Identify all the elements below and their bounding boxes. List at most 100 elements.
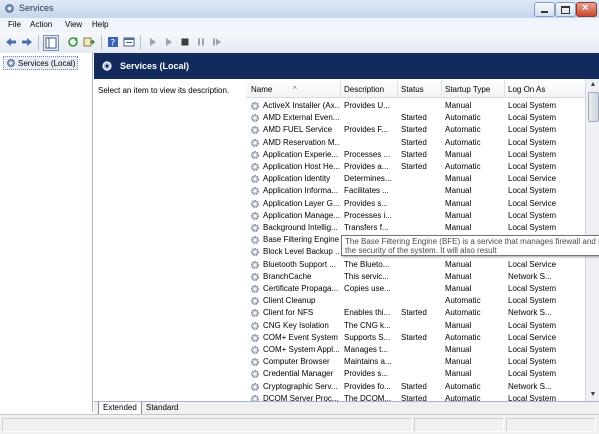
description-pane: Select an item to view its description. — [94, 79, 246, 401]
service-row[interactable]: Certificate Propaga... Copies use... Manua… — [246, 283, 585, 295]
service-name: Base Filtering Engine — [263, 235, 340, 245]
service-gear-icon — [251, 150, 259, 159]
tree-node-services-local[interactable]: Services (Local) — [3, 56, 79, 70]
menu-file[interactable]: File — [8, 20, 21, 29]
service-row[interactable]: Application Experie... Processes ... Start… — [246, 149, 585, 161]
start-service-icon — [150, 38, 156, 46]
service-startup-type: Automatic — [445, 393, 481, 401]
service-row[interactable]: CNG Key Isolation The CNG k... Manual Local… — [246, 320, 585, 332]
service-gear-icon — [251, 224, 259, 232]
service-name: AMD FUEL Service — [263, 125, 333, 135]
properties-button[interactable] — [123, 36, 135, 48]
service-row[interactable]: DCOM Server Proc... The DCOM... Started Aut… — [246, 393, 585, 401]
status-panel — [506, 418, 596, 432]
service-row[interactable]: Application Host He... Provides a... Start… — [246, 161, 585, 173]
scroll-down-arrow-icon[interactable]: ▼ — [586, 389, 599, 401]
show-hide-tree-button[interactable] — [43, 35, 59, 51]
scroll-thumb[interactable] — [588, 92, 599, 122]
service-startup-type: Manual — [445, 101, 472, 110]
restart-service-button[interactable] — [211, 36, 223, 48]
service-name: Bluetooth Support ... — [263, 259, 336, 269]
service-row[interactable]: COM+ Event System Supports S... Started Aut… — [246, 332, 585, 344]
forward-button[interactable] — [21, 36, 33, 48]
service-row[interactable]: ActiveX Installer (Ax... Provides U... Man… — [246, 100, 585, 112]
service-row[interactable]: Application Identity Determines... Manual L… — [246, 173, 585, 185]
pause-service-button[interactable] — [195, 36, 207, 48]
menu-help[interactable]: Help — [92, 20, 108, 29]
service-name: Certificate Propaga... — [263, 284, 339, 293]
service-status: Started — [401, 381, 427, 391]
service-name: BranchCache — [263, 271, 312, 281]
service-row[interactable]: Application Layer G... Provides s... Manua… — [246, 198, 585, 210]
service-startup-type: Manual — [445, 186, 472, 196]
service-row[interactable]: Client Cleanup Automatic Local System — [246, 295, 585, 307]
close-button[interactable]: × — [576, 2, 597, 17]
service-description: Provides F... — [344, 125, 389, 135]
column-header-description[interactable]: Description — [344, 85, 384, 94]
column-divider[interactable] — [397, 80, 398, 96]
properties-icon — [123, 37, 135, 47]
column-header-status[interactable]: Status — [401, 85, 424, 94]
column-divider[interactable] — [340, 80, 341, 96]
service-gear-icon — [251, 248, 259, 257]
export-list-button[interactable] — [83, 36, 95, 48]
service-name: Application Layer G... — [263, 198, 340, 208]
service-log-on-as: Local System — [508, 393, 557, 401]
service-row[interactable]: BranchCache This servic... Manual Network S… — [246, 271, 585, 283]
service-name: AMD Reservation M... — [263, 137, 340, 147]
menu-view[interactable]: View — [65, 20, 82, 29]
service-row[interactable]: Background Intellig... Transfers f... Manu… — [246, 222, 585, 234]
tab-standard[interactable]: Standard — [142, 402, 182, 414]
service-log-on-as: Local System — [508, 210, 557, 220]
tooltip-line-1: The Base Filtering Engine (BFE) is a ser… — [345, 237, 599, 246]
scroll-up-arrow-icon[interactable]: ▲ — [586, 79, 599, 91]
service-startup-type: Automatic — [445, 162, 481, 171]
service-description: Processes i... — [344, 210, 393, 220]
service-row[interactable]: Credential Manager Provides s... Manual Loc… — [246, 368, 585, 380]
column-header-name[interactable]: Name — [251, 85, 272, 94]
close-icon: × — [582, 2, 589, 14]
column-divider[interactable] — [504, 80, 505, 96]
service-row[interactable]: COM+ System Appl... Manages t... Manual Loc… — [246, 344, 585, 356]
service-startup-type: Manual — [445, 174, 472, 184]
service-log-on-as: Local System — [508, 113, 557, 123]
start-alt-icon — [166, 38, 172, 46]
help-button[interactable]: ? — [107, 36, 119, 48]
start-alt-button[interactable] — [163, 36, 175, 48]
service-row[interactable]: AMD External Even... Started Automatic Loca… — [246, 112, 585, 124]
service-startup-type: Automatic — [445, 381, 481, 391]
start-service-button[interactable] — [147, 36, 159, 48]
service-row[interactable]: Client for NFS Enables thi... Started Autom… — [246, 307, 585, 319]
service-row[interactable]: Application Informa... Facilitates ... Man… — [246, 185, 585, 197]
service-startup-type: Manual — [445, 149, 472, 159]
service-row[interactable]: Computer Browser Maintains a... Manual Loca… — [246, 356, 585, 368]
refresh-button[interactable] — [67, 36, 79, 48]
service-log-on-as: Local Service — [508, 332, 557, 342]
menu-bar: File Action View Help — [0, 18, 599, 33]
column-header-log-on-as[interactable]: Log On As — [508, 85, 545, 94]
service-description: Facilitates ... — [344, 186, 389, 196]
service-log-on-as: Network S... — [508, 308, 552, 318]
console-tree: Services (Local) — [0, 53, 93, 412]
service-log-on-as: Local Service — [508, 198, 557, 208]
service-log-on-as: Local System — [508, 162, 557, 171]
service-log-on-as: Local System — [508, 357, 557, 367]
service-row[interactable]: AMD FUEL Service Provides F... Started Auto… — [246, 124, 585, 136]
maximize-button[interactable] — [555, 2, 576, 17]
column-header-startup-type[interactable]: Startup Type — [445, 85, 490, 94]
back-arrow-icon — [6, 38, 16, 46]
column-divider[interactable] — [441, 80, 442, 96]
service-gear-icon — [251, 297, 259, 306]
minimize-button[interactable] — [534, 2, 555, 17]
stop-service-button[interactable] — [179, 36, 191, 48]
service-row[interactable]: Cryptographic Serv... Provides fo... Start… — [246, 381, 585, 393]
service-row[interactable]: AMD Reservation M... Started Automatic Loca… — [246, 137, 585, 149]
back-button[interactable] — [5, 36, 17, 48]
service-name: Credential Manager — [263, 369, 334, 379]
menu-action[interactable]: Action — [30, 20, 52, 29]
service-startup-type: Automatic — [445, 308, 481, 318]
service-row[interactable]: Bluetooth Support ... The Blueto... Manual… — [246, 259, 585, 271]
service-name: Client Cleanup — [263, 296, 316, 306]
sort-ascending-icon: ^ — [293, 85, 297, 94]
service-row[interactable]: Application Manage... Processes i... Manua… — [246, 210, 585, 222]
